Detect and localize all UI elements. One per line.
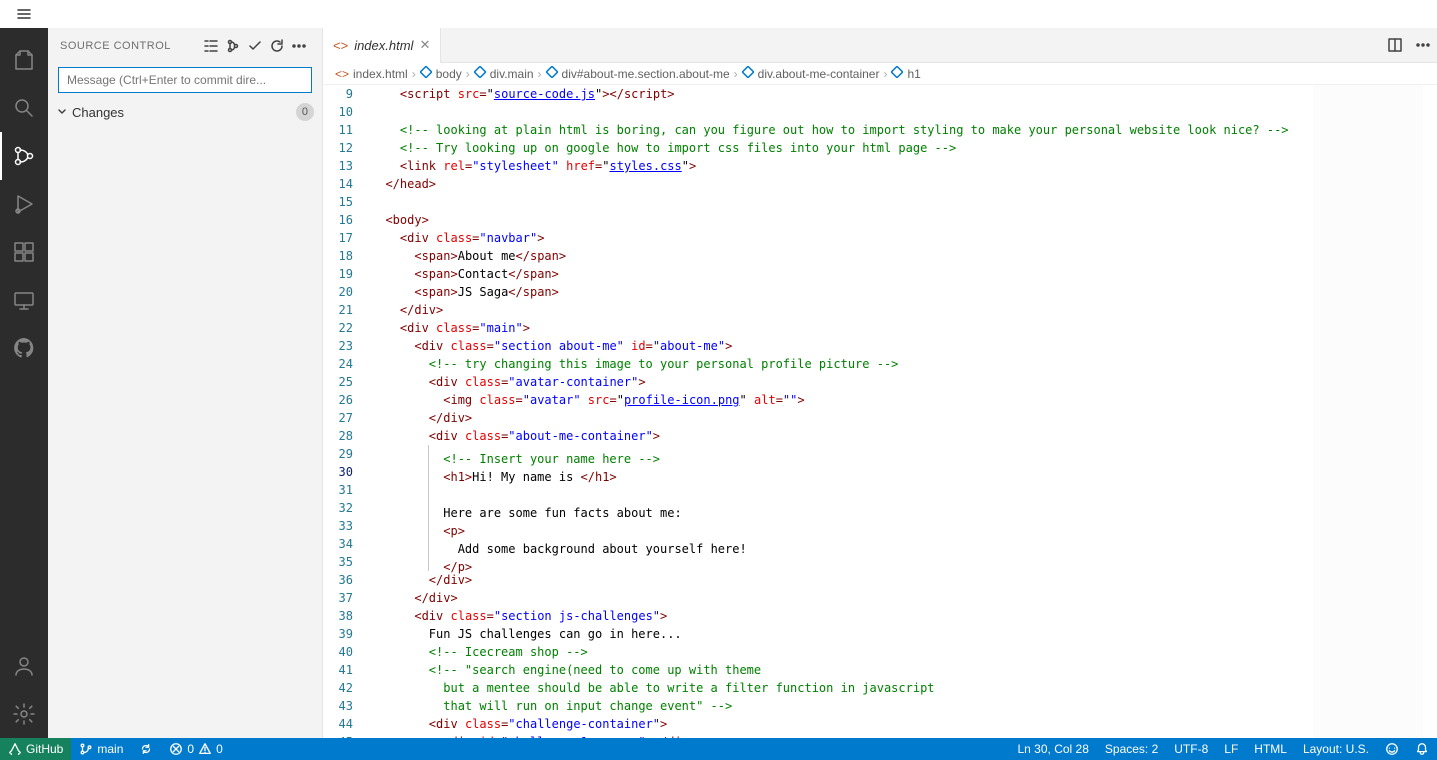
sb-eol[interactable]: LF bbox=[1216, 738, 1246, 760]
more-icon[interactable] bbox=[288, 35, 310, 57]
sb-ln-col[interactable]: Ln 30, Col 28 bbox=[1010, 738, 1097, 760]
search-icon[interactable] bbox=[0, 84, 48, 132]
editor-area: <> index.html ✕ <>index.html›body›div.ma… bbox=[323, 28, 1437, 738]
breadcrumb-item[interactable]: div.main bbox=[474, 66, 534, 81]
sidebar-title: SOURCE CONTROL bbox=[60, 40, 200, 52]
explorer-icon[interactable] bbox=[0, 36, 48, 84]
commit-message-box bbox=[58, 67, 312, 93]
breadcrumb-item[interactable]: h1 bbox=[891, 66, 920, 81]
chevron-down-icon bbox=[56, 105, 72, 120]
commit-icon[interactable] bbox=[222, 35, 244, 57]
account-icon[interactable] bbox=[0, 642, 48, 690]
remote-icon[interactable] bbox=[0, 276, 48, 324]
more-actions-icon[interactable] bbox=[1409, 31, 1437, 59]
commit-message-input[interactable] bbox=[58, 67, 312, 93]
github-icon[interactable] bbox=[0, 324, 48, 372]
sb-problems[interactable]: 0 0 bbox=[161, 738, 230, 760]
checkmark-icon[interactable] bbox=[244, 35, 266, 57]
breadcrumb-item[interactable]: <>index.html bbox=[335, 67, 408, 81]
editor-tabs: <> index.html ✕ bbox=[323, 28, 1437, 63]
split-editor-icon[interactable] bbox=[1381, 31, 1409, 59]
settings-gear-icon[interactable] bbox=[0, 690, 48, 738]
breadcrumb[interactable]: <>index.html›body›div.main›div#about-me.… bbox=[323, 63, 1437, 85]
source-control-icon[interactable] bbox=[0, 132, 48, 180]
titlebar bbox=[0, 0, 1437, 28]
html-file-icon: <> bbox=[333, 38, 348, 53]
sb-layout[interactable]: Layout: U.S. bbox=[1295, 738, 1377, 760]
run-debug-icon[interactable] bbox=[0, 180, 48, 228]
close-tab-icon[interactable]: ✕ bbox=[419, 37, 430, 53]
tab-filename: index.html bbox=[354, 38, 413, 53]
status-bar: GitHub main 0 0 Ln 30, Col 28 Spaces: 2 … bbox=[0, 738, 1437, 760]
activity-bar bbox=[0, 28, 48, 738]
sb-bell-icon[interactable] bbox=[1407, 738, 1437, 760]
source-control-sidebar: SOURCE CONTROL Changes 0 bbox=[48, 28, 323, 738]
changes-label: Changes bbox=[72, 105, 296, 120]
sb-spaces[interactable]: Spaces: 2 bbox=[1097, 738, 1166, 760]
breadcrumb-item[interactable]: body bbox=[420, 66, 462, 81]
extensions-icon[interactable] bbox=[0, 228, 48, 276]
breadcrumb-item[interactable]: div#about-me.section.about-me bbox=[546, 66, 730, 81]
changes-row[interactable]: Changes 0 bbox=[48, 99, 322, 125]
breadcrumb-item[interactable]: div.about-me-container bbox=[742, 66, 880, 81]
code-editor[interactable]: 9101112131415161718192021222324252627282… bbox=[323, 85, 1437, 738]
sb-sync[interactable] bbox=[131, 738, 161, 760]
sb-encoding[interactable]: UTF-8 bbox=[1166, 738, 1216, 760]
refresh-icon[interactable] bbox=[266, 35, 288, 57]
sb-branch[interactable]: main bbox=[71, 738, 131, 760]
tab-index-html[interactable]: <> index.html ✕ bbox=[323, 28, 441, 63]
sb-lang[interactable]: HTML bbox=[1246, 738, 1295, 760]
sb-feedback-icon[interactable] bbox=[1377, 738, 1407, 760]
changes-count-badge: 0 bbox=[296, 103, 314, 121]
menu-button[interactable] bbox=[0, 0, 48, 28]
view-tree-icon[interactable] bbox=[200, 35, 222, 57]
sb-github[interactable]: GitHub bbox=[0, 738, 71, 760]
